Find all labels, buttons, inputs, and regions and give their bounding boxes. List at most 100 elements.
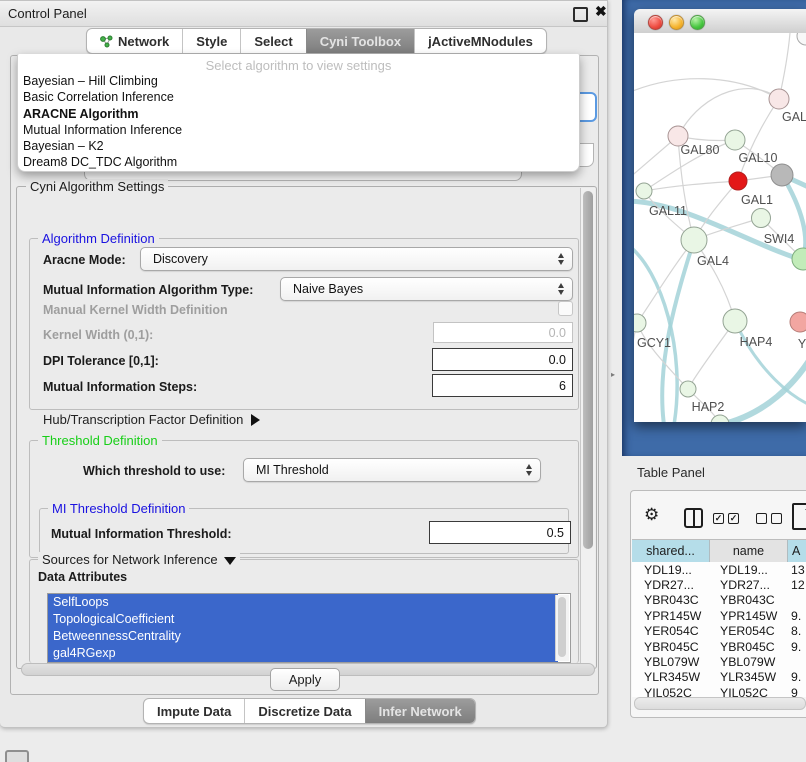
close-window-icon[interactable] [648, 15, 663, 30]
network-node-label: GAL11 [649, 204, 687, 218]
sources-section-toggle[interactable]: Sources for Network Inference [38, 552, 240, 567]
network-node-hap4[interactable] [723, 309, 747, 333]
tab-network[interactable]: Network [87, 29, 182, 53]
tab-select[interactable]: Select [240, 29, 305, 53]
tab-jactivemnodules[interactable]: jActiveMNodules [414, 29, 546, 53]
kernel-width-input[interactable] [433, 322, 573, 343]
aracne-mode-combobox[interactable]: Discovery [140, 247, 573, 271]
column-header-shared-name[interactable]: shared... [632, 540, 710, 562]
column-header-clipped[interactable]: A [788, 540, 806, 562]
table-row[interactable]: YDR27...YDR27...12 [632, 577, 806, 592]
close-panel-icon[interactable]: ✖ [595, 3, 607, 20]
data-attribute-item[interactable]: SelfLoops [48, 594, 558, 611]
table-row[interactable]: YBL079WYBL079W [632, 654, 806, 669]
minimize-window-icon[interactable] [669, 15, 684, 30]
algorithm-options-list: Bayesian – Hill ClimbingBasic Correlatio… [18, 73, 579, 171]
sources-title: Sources for Network Inference [42, 552, 218, 567]
corner-widget-icon[interactable] [5, 750, 29, 762]
algorithm-definition-title: Algorithm Definition [38, 231, 159, 246]
table-row[interactable]: YPR145WYPR145W9. [632, 608, 806, 623]
network-node-gal11[interactable] [636, 183, 652, 199]
algorithm-option[interactable]: Mutual Information Inference [18, 122, 579, 138]
network-node[interactable] [797, 33, 806, 45]
which-threshold-combobox[interactable]: MI Threshold [243, 458, 541, 482]
network-node[interactable] [771, 164, 793, 186]
split-columns-icon[interactable] [684, 508, 703, 528]
table-cell: YBR045C [632, 640, 710, 654]
bottom-tab-infer-network[interactable]: Infer Network [365, 699, 475, 723]
network-node-hap2[interactable] [680, 381, 696, 397]
table-row[interactable]: YER054CYER054C8. [632, 624, 806, 639]
tab-label: Infer Network [379, 704, 462, 719]
network-node-label: GAL80 [681, 143, 720, 157]
panel-splitter-handle[interactable]: ▸ [611, 370, 617, 379]
network-node[interactable] [711, 415, 729, 422]
data-attribute-item[interactable]: BetweennessCentrality [48, 628, 558, 645]
network-window-titlebar[interactable] [634, 9, 806, 34]
table-row[interactable]: YLR345WYLR345W9. [632, 670, 806, 685]
network-node-gal10[interactable] [725, 130, 745, 150]
network-icon [100, 35, 113, 48]
hub-factor-section-toggle[interactable]: Hub/Transcription Factor Definition [43, 412, 260, 427]
control-panel-title: Control Panel [8, 6, 87, 21]
bottom-tab-impute-data[interactable]: Impute Data [144, 699, 244, 723]
bottom-tab-discretize-data[interactable]: Discretize Data [244, 699, 364, 723]
apply-button[interactable]: Apply [270, 668, 340, 691]
settings-vertical-scrollbar[interactable] [580, 188, 595, 666]
data-attributes-label: Data Attributes [38, 570, 127, 584]
table-cell: 9. [788, 670, 806, 684]
unchecked-checkbox-icon[interactable] [771, 513, 782, 524]
network-node-gal4[interactable] [681, 227, 707, 253]
data-attribute-item[interactable]: gal4RGexp [48, 645, 558, 662]
tab-label: Network [118, 34, 169, 49]
algorithm-option[interactable]: Bayesian – K2 [18, 138, 579, 154]
manual-kernel-width-checkbox[interactable] [558, 301, 573, 316]
algorithm-option[interactable]: Dream8 DC_TDC Algorithm [18, 154, 579, 170]
dpi-tolerance-input[interactable] [432, 348, 573, 371]
mi-threshold-input[interactable] [429, 521, 571, 544]
network-node-gcy1[interactable] [634, 314, 646, 332]
table-cell: YBR043C [710, 593, 788, 607]
network-node-y[interactable] [790, 312, 806, 332]
algorithm-option[interactable]: Bayesian – Hill Climbing [18, 73, 579, 89]
tab-label: Cyni Toolbox [320, 34, 401, 49]
network-node[interactable] [729, 172, 747, 190]
data-attribute-item[interactable]: TopologicalCoefficient [48, 611, 558, 628]
mi-steps-input[interactable] [432, 374, 573, 397]
network-node-gal[interactable] [769, 89, 789, 109]
network-node-label: SWI4 [764, 232, 795, 246]
algorithm-option[interactable]: ARACNE Algorithm [18, 106, 579, 122]
table-horizontal-scrollbar[interactable] [634, 697, 806, 710]
algorithm-option[interactable]: Basic Correlation Inference [18, 89, 579, 105]
checked-checkbox-icon[interactable]: ✓ [728, 513, 739, 524]
which-threshold-label: Which threshold to use: [83, 464, 225, 478]
table-cell: YLR345W [710, 670, 788, 684]
gear-icon[interactable]: ⚙ [644, 506, 659, 523]
tab-style[interactable]: Style [182, 29, 240, 53]
column-header-name[interactable]: name [710, 540, 788, 562]
checked-checkbox-icon[interactable]: ✓ [713, 513, 724, 524]
attributes-list-scrollbar[interactable] [555, 595, 569, 661]
float-window-icon[interactable] [573, 7, 588, 22]
document-icon[interactable] [792, 503, 806, 530]
settings-group-title: Cyni Algorithm Settings [26, 179, 168, 194]
unchecked-checkbox-icon[interactable] [756, 513, 767, 524]
table-body: YDL19...YDL19...13YDR27...YDR27...12YBR0… [632, 562, 806, 697]
table-row[interactable]: YBR043CYBR043C [632, 593, 806, 608]
zoom-window-icon[interactable] [690, 15, 705, 30]
table-row[interactable]: YBR045CYBR045C9. [632, 639, 806, 654]
settings-scrollbar-thumb[interactable] [583, 191, 593, 549]
tab-cyni-toolbox[interactable]: Cyni Toolbox [306, 29, 414, 53]
table-cell: YBL079W [632, 655, 710, 669]
network-node-gal1[interactable] [752, 209, 771, 228]
network-node-label: GAL [782, 110, 806, 124]
table-cell: YER054C [710, 624, 788, 638]
network-node-label: GAL10 [739, 151, 778, 165]
tab-label: Select [254, 34, 292, 49]
algorithm-dropdown-popup: Select algorithm to view settings Bayesi… [17, 54, 580, 172]
mi-algorithm-type-combobox[interactable]: Naive Bayes [280, 277, 573, 301]
network-canvas[interactable]: GALGAL80GAL10GAL11GAL1GAL4SWI4GCY1HAP4YH… [634, 33, 806, 422]
table-cell: 8. [788, 624, 806, 638]
table-row[interactable]: YIL052CYIL052C9 [632, 685, 806, 697]
table-row[interactable]: YDL19...YDL19...13 [632, 562, 806, 577]
